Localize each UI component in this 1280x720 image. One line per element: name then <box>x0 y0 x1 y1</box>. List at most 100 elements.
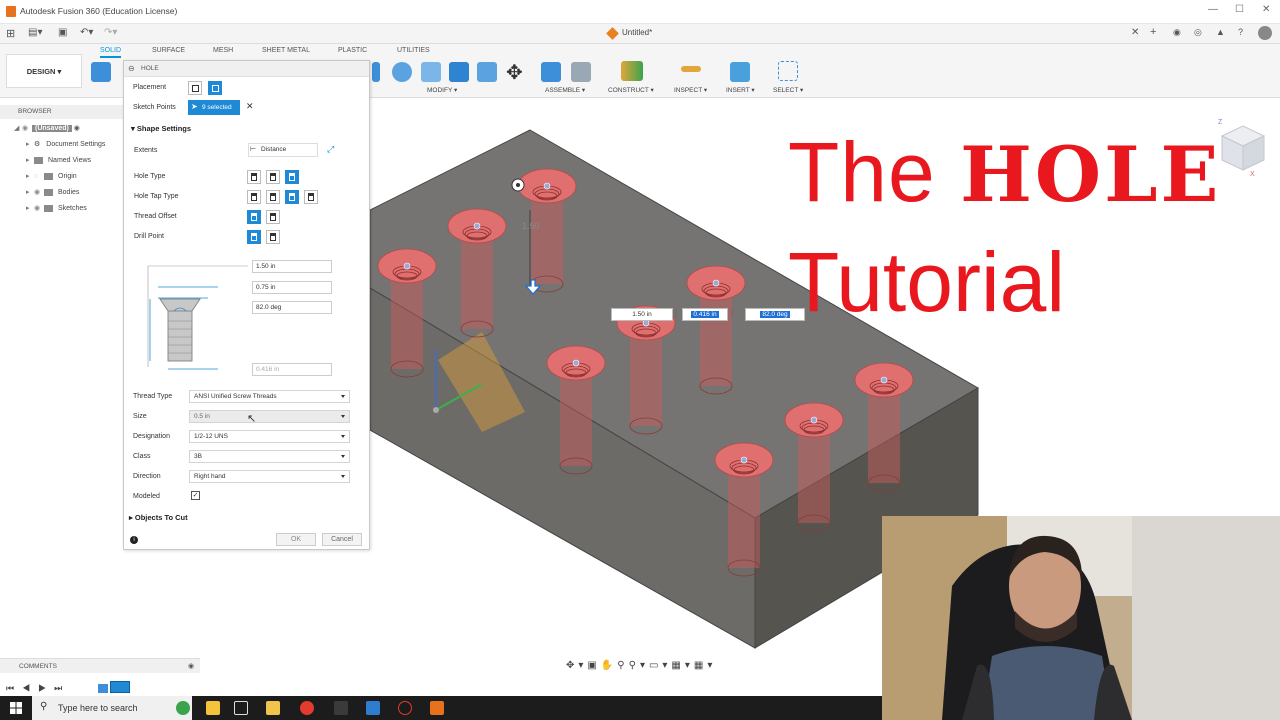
float-diameter-input[interactable]: 0.416 in <box>682 308 728 321</box>
float-diameter-menu-icon[interactable]: ⋮ <box>728 309 736 318</box>
move-icon[interactable]: ✥ <box>506 60 523 85</box>
direction-dropdown[interactable]: Right hand <box>189 470 350 483</box>
thread-offset-partial-icon[interactable] <box>266 210 280 224</box>
extensions-icon[interactable]: ◉ <box>1173 27 1181 38</box>
tab-surface[interactable]: SURFACE <box>152 47 185 54</box>
browser-header[interactable]: BROWSER <box>0 105 124 119</box>
tab-sheet-metal[interactable]: SHEET METAL <box>262 47 310 54</box>
drill-point-flat-icon[interactable] <box>247 230 261 244</box>
new-joint-icon[interactable] <box>541 62 561 82</box>
chrome-icon[interactable] <box>300 701 314 715</box>
counterbore-icon[interactable] <box>266 170 280 184</box>
comments-panel[interactable]: COMMENTS ◉ <box>0 658 200 673</box>
minimize-button[interactable]: — <box>1208 4 1218 15</box>
float-depth-input[interactable]: 1.50 in <box>611 308 673 321</box>
help-icon[interactable]: ? <box>1238 27 1243 37</box>
float-dim-menu-icon[interactable]: ⋮ <box>672 309 680 318</box>
tab-mesh[interactable]: MESH <box>213 47 233 54</box>
app-icon[interactable] <box>334 701 348 715</box>
hole-dialog-header[interactable]: HOLE <box>124 61 369 77</box>
designation-dropdown[interactable]: 1/2-12 UNS <box>189 430 350 443</box>
select-menu[interactable]: SELECT ▾ <box>773 86 803 94</box>
design-workspace-button[interactable]: DESIGN ▾ <box>6 54 82 88</box>
countersink-icon[interactable] <box>285 170 299 184</box>
obs-icon[interactable] <box>398 701 412 715</box>
job-status-icon[interactable]: ◎ <box>1194 27 1202 38</box>
split-icon[interactable] <box>477 62 497 82</box>
notifications-icon[interactable]: ▲ <box>1216 27 1225 37</box>
insert-menu[interactable]: INSERT ▾ <box>726 86 755 94</box>
timeline-feature-icon[interactable] <box>98 684 108 693</box>
tap-clearance-icon[interactable] <box>266 190 280 204</box>
file-explorer-icon[interactable] <box>266 701 280 715</box>
save-icon[interactable]: ▣ <box>58 27 67 38</box>
countersink-angle-input[interactable]: 82.0 deg <box>252 301 332 314</box>
fillet-icon[interactable] <box>372 62 380 82</box>
construct-menu[interactable]: CONSTRUCT ▾ <box>608 86 654 94</box>
assemble-menu[interactable]: ASSEMBLE ▾ <box>545 86 585 94</box>
hole-diameter-input[interactable]: 0.416 in <box>252 363 332 376</box>
new-tab-icon[interactable]: + <box>1150 26 1156 38</box>
thread-offset-full-icon[interactable] <box>247 210 261 224</box>
close-window-button[interactable]: ✕ <box>1262 4 1270 15</box>
placement-single-icon[interactable] <box>188 81 202 95</box>
countersink-diameter-input[interactable]: 0.75 in <box>252 281 332 294</box>
shape-settings-header[interactable]: ▾ Shape Settings <box>131 124 191 133</box>
drill-point-angle-icon[interactable] <box>266 230 280 244</box>
depth-input[interactable]: 1.50 in <box>252 260 332 273</box>
objects-to-cut-header[interactable]: ▸ Objects To Cut <box>129 513 188 522</box>
size-dropdown[interactable]: 0.5 in <box>189 410 350 423</box>
modeled-checkbox[interactable]: ✓ <box>191 491 200 500</box>
thread-type-dropdown[interactable]: ANSI Unified Screw Threads <box>189 390 350 403</box>
app-grid-icon[interactable]: ⊞ <box>6 27 15 40</box>
tree-origin[interactable]: ▸ ◌ Origin <box>26 171 77 183</box>
inspect-menu[interactable]: INSPECT ▾ <box>674 86 707 94</box>
offset-plane-icon[interactable] <box>621 61 643 81</box>
insert-image-icon[interactable] <box>730 62 750 82</box>
tap-tapped-icon[interactable] <box>285 190 299 204</box>
undo-icon[interactable]: ↶▾ <box>80 27 93 38</box>
taskbar-search-box[interactable]: Type here to search <box>32 696 192 720</box>
taskbar-globe-icon[interactable] <box>176 701 190 715</box>
shell-icon[interactable] <box>421 62 441 82</box>
redo-icon[interactable]: ↷▾ <box>104 27 117 38</box>
tree-named-views[interactable]: ▸ Named Views <box>26 155 91 167</box>
modify-menu[interactable]: MODIFY ▾ <box>427 86 457 94</box>
ok-button[interactable]: OK <box>276 533 316 546</box>
simple-hole-icon[interactable] <box>247 170 261 184</box>
measure-icon[interactable] <box>681 66 701 72</box>
view-cube[interactable]: Z X <box>1218 118 1268 176</box>
tab-plastic[interactable]: PLASTIC <box>338 47 367 54</box>
placement-multiple-icon[interactable] <box>208 81 222 95</box>
timeline-hole-feature-icon[interactable] <box>110 681 130 693</box>
tap-taper-icon[interactable] <box>304 190 318 204</box>
extents-dropdown[interactable]: Distance <box>248 143 318 157</box>
tab-utilities[interactable]: UTILITIES <box>397 47 430 54</box>
class-dropdown[interactable]: 3B <box>189 450 350 463</box>
maximize-button[interactable]: ☐ <box>1235 4 1244 15</box>
tap-simple-icon[interactable] <box>247 190 261 204</box>
close-tab-icon[interactable]: ✕ <box>1131 27 1139 38</box>
combine-icon[interactable] <box>449 62 469 82</box>
taskbar-notes-icon[interactable] <box>206 701 220 715</box>
tree-bodies[interactable]: ▸ ◉ Bodies <box>26 187 79 199</box>
clear-selection-icon[interactable]: ✕ <box>246 101 254 112</box>
nav-tools-icons[interactable]: ✥▾▣✋⚲⚲▾▭▾▦▾▦▾ <box>566 660 716 671</box>
file-icon[interactable]: ▤▾ <box>28 27 42 38</box>
new-component-icon[interactable] <box>91 62 111 82</box>
press-pull-icon[interactable] <box>392 62 412 82</box>
tree-root[interactable]: ◢ ◉ (Unsaved) ◉ <box>14 123 80 135</box>
timeline-controls[interactable]: ⏮◀▶⏭ <box>6 683 70 694</box>
user-avatar[interactable] <box>1258 26 1272 40</box>
collapse-dialog-icon[interactable]: ⊖ <box>128 64 135 73</box>
fusion-taskbar-icon[interactable] <box>430 701 444 715</box>
joint-icon[interactable] <box>571 62 591 82</box>
tab-solid[interactable]: SOLID <box>100 47 122 58</box>
info-icon[interactable]: i <box>130 536 138 544</box>
document-tab[interactable]: Untitled* <box>622 28 652 37</box>
cancel-button[interactable]: Cancel <box>322 533 362 546</box>
select-box-icon[interactable] <box>778 61 798 81</box>
tree-document-settings[interactable]: ▸ ⚙ Document Settings <box>26 139 105 151</box>
calculator-icon[interactable] <box>366 701 380 715</box>
windows-start-icon[interactable] <box>10 702 22 714</box>
